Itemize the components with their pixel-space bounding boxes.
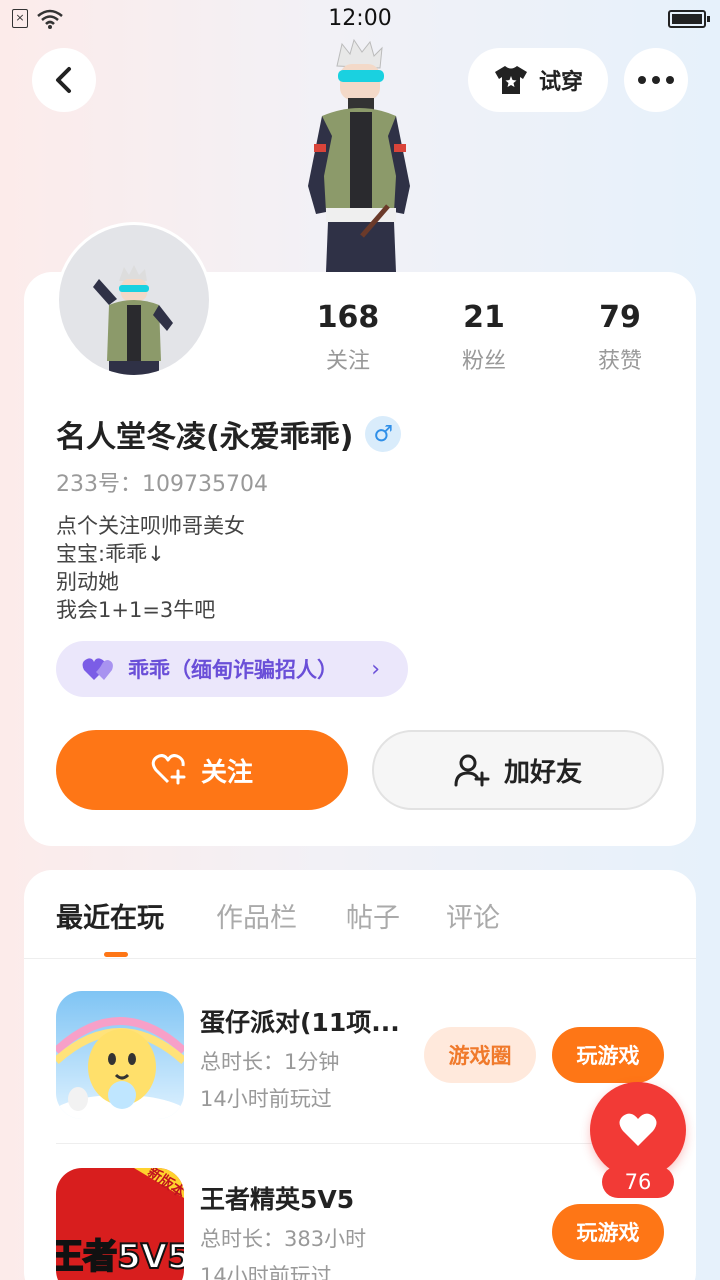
bio-line: 别动她 xyxy=(56,570,119,594)
follow-label: 关注 xyxy=(200,757,253,788)
avatar-figure-icon xyxy=(93,265,173,375)
user-id-value: 109735704 xyxy=(142,472,268,497)
nickname-row: 名人堂冬凌(永爱乖乖) ♂ xyxy=(56,412,402,456)
bio-line: 我会1+1=3牛吧 xyxy=(56,598,216,622)
game-duration: 总时长：1分钟 xyxy=(200,1050,340,1074)
bio-line: 点个关注呗帅哥美女 xyxy=(56,514,245,538)
add-user-icon xyxy=(454,754,490,787)
status-bar: × 12:00 xyxy=(0,0,720,40)
tab-divider xyxy=(24,958,696,959)
stat-following[interactable]: 168 关注 xyxy=(288,300,408,375)
avatar[interactable] xyxy=(56,222,212,378)
tshirt-icon xyxy=(494,66,527,94)
game-title: 蛋仔派对(11项... xyxy=(200,1008,400,1037)
game-last-played: 14小时前玩过 xyxy=(200,1087,332,1111)
tab-recently-played[interactable]: 最近在玩 xyxy=(56,896,164,935)
chevron-left-icon xyxy=(56,67,71,93)
row-divider xyxy=(56,1143,664,1144)
game-duration: 总时长：383小时 xyxy=(200,1227,367,1251)
tab-comments[interactable]: 评论 xyxy=(446,896,500,935)
play-game-button[interactable]: 玩游戏 xyxy=(552,1204,664,1260)
try-on-button[interactable]: 试穿 xyxy=(468,48,608,112)
more-button[interactable] xyxy=(624,48,688,112)
battery-icon xyxy=(668,10,710,28)
likes-label: 获赞 xyxy=(597,349,642,374)
likes-count: 79 xyxy=(599,300,641,335)
follow-button[interactable]: 关注 xyxy=(56,730,348,810)
status-time: 12:00 xyxy=(328,6,392,31)
like-count-badge: 76 xyxy=(602,1166,674,1198)
avatar-3d-character[interactable] xyxy=(292,36,422,272)
stat-likes[interactable]: 79 获赞 xyxy=(560,300,680,375)
stat-fans[interactable]: 21 粉丝 xyxy=(424,300,544,375)
relation-pill[interactable]: 乖乖（缅甸诈骗招人） › xyxy=(56,641,408,697)
eggy-party-game-icon[interactable] xyxy=(56,991,184,1119)
game-icon-text: 王者5V5 xyxy=(56,1237,184,1277)
tab-indicator xyxy=(104,952,128,957)
game-row[interactable]: 蛋仔派对(11项... 总时长：1分钟 14小时前玩过 游戏圈 玩游戏 xyxy=(56,991,676,1121)
male-gender-icon: ♂ xyxy=(365,416,402,452)
following-count: 168 xyxy=(316,300,380,335)
tab-posts[interactable]: 帖子 xyxy=(346,896,400,935)
relation-text: 乖乖（缅甸诈骗招人） xyxy=(128,658,338,682)
try-on-label: 试穿 xyxy=(538,70,583,95)
fans-label: 粉丝 xyxy=(461,349,506,374)
play-game-button[interactable]: 玩游戏 xyxy=(552,1027,664,1083)
bio-line: 宝宝:乖乖↓ xyxy=(56,542,165,566)
game-circle-button[interactable]: 游戏圈 xyxy=(424,1027,536,1083)
following-label: 关注 xyxy=(325,349,370,374)
add-friend-button[interactable]: 加好友 xyxy=(372,730,664,810)
heart-plus-icon xyxy=(151,754,186,785)
game-row[interactable]: 新版本 王者5V5 王者精英5V5 总时长：383小时 14小时前玩过 玩游戏 xyxy=(56,1168,676,1280)
more-icon xyxy=(638,76,674,84)
honor-of-kings-game-icon[interactable]: 新版本 王者5V5 xyxy=(56,1168,184,1280)
bio: 点个关注呗帅哥美女 宝宝:乖乖↓ 别动她 我会1+1=3牛吧 xyxy=(56,512,245,624)
game-title: 王者精英5V5 xyxy=(200,1185,355,1214)
add-friend-label: 加好友 xyxy=(503,757,582,788)
fans-count: 21 xyxy=(463,300,505,335)
heart-icon xyxy=(619,1113,657,1146)
user-id[interactable]: 233号：109735704 xyxy=(56,466,268,498)
nickname: 名人堂冬凌(永爱乖乖) xyxy=(56,420,354,455)
chevron-right-icon: › xyxy=(371,656,380,682)
game-last-played: 14小时前玩过 xyxy=(200,1264,332,1280)
back-button[interactable] xyxy=(32,48,96,112)
double-heart-icon xyxy=(82,658,113,680)
tab-works[interactable]: 作品栏 xyxy=(216,896,297,935)
like-button[interactable] xyxy=(590,1082,686,1178)
user-id-label: 233号： xyxy=(56,472,142,497)
